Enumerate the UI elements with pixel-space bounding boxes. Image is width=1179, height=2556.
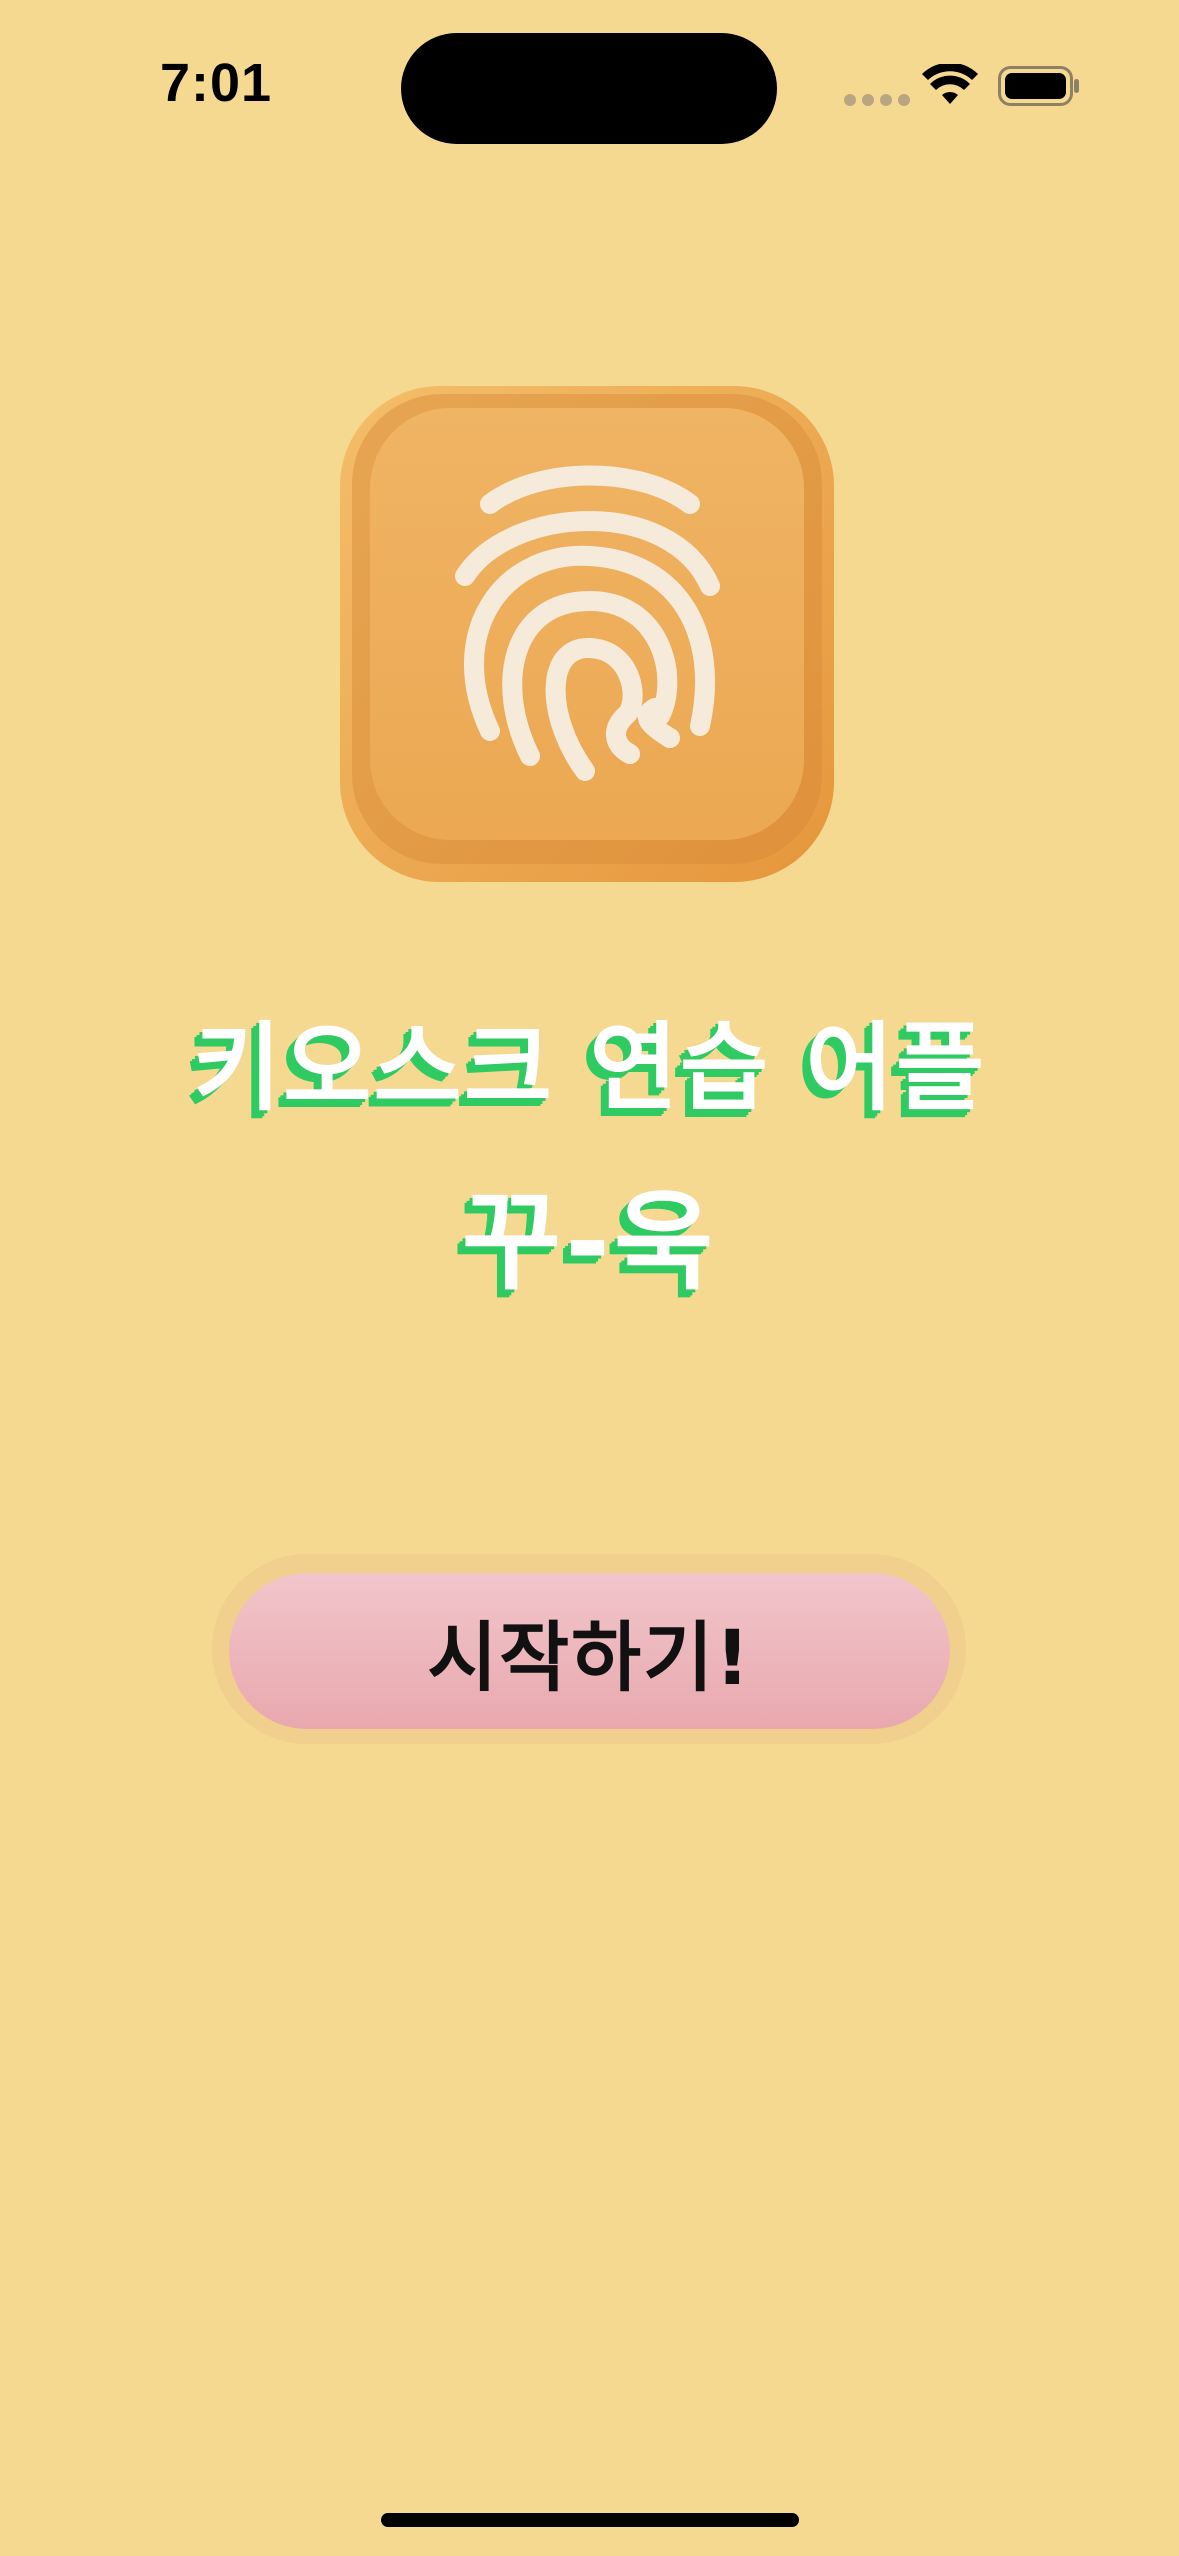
cellular-signal-icon [844,94,910,106]
status-time: 7:01 [160,53,273,113]
dynamic-island [401,33,777,144]
battery-icon [998,66,1079,106]
fingerprint-icon [340,386,834,882]
wifi-icon [922,64,978,104]
start-button[interactable]: 시작하기! [229,1573,950,1729]
app-subtitle: 키오스크 연습 어플 [192,1012,987,1124]
home-indicator[interactable] [381,2513,799,2527]
app-title: 꾸-욱 [461,1180,718,1305]
